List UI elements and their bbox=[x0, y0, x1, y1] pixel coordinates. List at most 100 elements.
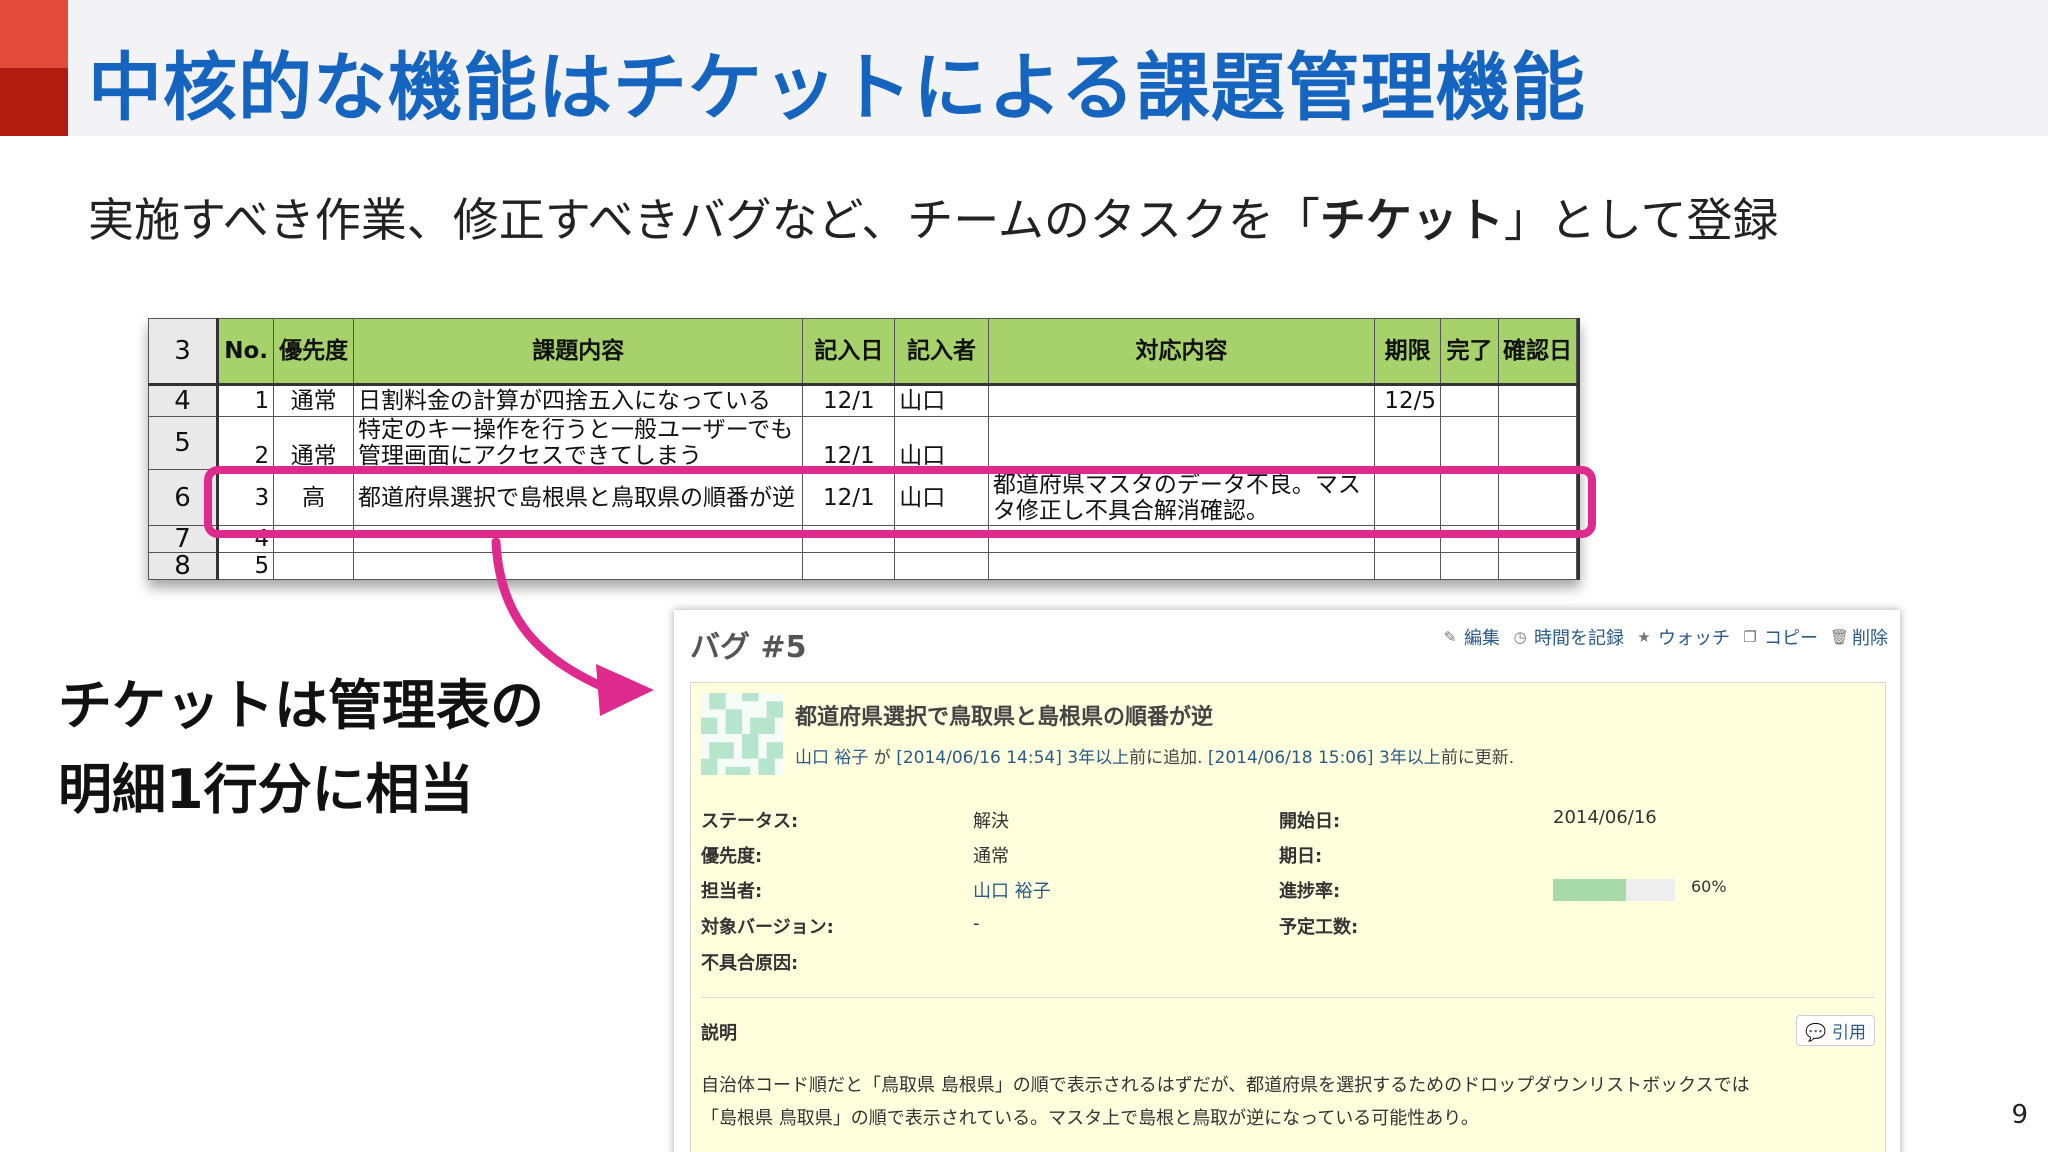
table-row: 8 5 bbox=[148, 552, 1577, 580]
action-label: 削除 bbox=[1852, 628, 1888, 649]
cell-done bbox=[1440, 552, 1499, 580]
page-number: 9 bbox=[2011, 1100, 2028, 1130]
target-version-value: - bbox=[973, 913, 980, 934]
author-link[interactable]: 山口 裕子 bbox=[795, 748, 868, 768]
header-done: 完了 bbox=[1440, 318, 1499, 386]
edit-link[interactable]: ✎ 編集 bbox=[1442, 624, 1500, 650]
highlight-frame bbox=[204, 466, 1596, 538]
attribute-row: 優先度: 通常 期日: bbox=[701, 842, 1881, 868]
cell-priority bbox=[273, 552, 355, 580]
updated-ago-link[interactable]: 3年以上 bbox=[1374, 748, 1441, 768]
row-number: 8 bbox=[148, 552, 220, 580]
description-line-2: 「島根県 鳥取県」の順で表示されている。マスタ上で島根と鳥取が逆になっている可能… bbox=[701, 1108, 1479, 1129]
action-label: コピー bbox=[1764, 628, 1818, 649]
attribute-row: 不具合原因: bbox=[701, 949, 1881, 975]
management-table: 3 No. 優先度 課題内容 記入日 記入者 対応内容 期限 完了 確認日 4 … bbox=[148, 318, 1577, 580]
table-row: 5 2 通常 特定のキー操作を行うと一般ユーザーでも管理画面にアクセスできてしま… bbox=[148, 416, 1577, 470]
row-number: 5 bbox=[148, 416, 220, 470]
quote-label: 引用 bbox=[1832, 1023, 1866, 1043]
cell-due: 12/5 bbox=[1374, 384, 1442, 417]
table-header-row: 3 No. 優先度 課題内容 記入日 記入者 対応内容 期限 完了 確認日 bbox=[148, 318, 1577, 386]
watch-link[interactable]: ★ ウォッチ bbox=[1636, 624, 1730, 650]
copy-icon: ❐ bbox=[1743, 628, 1757, 646]
slide-title: 中核的な機能はチケットによる課題管理機能 bbox=[88, 45, 1586, 131]
avatar bbox=[701, 693, 783, 775]
assignee-label: 担当者: bbox=[701, 881, 763, 902]
header-content: 課題内容 bbox=[353, 318, 804, 386]
start-date-value: 2014/06/16 bbox=[1553, 807, 1657, 828]
header-priority: 優先度 bbox=[273, 318, 355, 386]
progress-fill bbox=[1553, 879, 1627, 901]
speech-bubble-icon: 💬 bbox=[1805, 1023, 1827, 1043]
progress-label: 進捗率: bbox=[1279, 881, 1341, 902]
updated-link[interactable]: [2014/06/18 15:06] bbox=[1208, 748, 1374, 768]
target-version-label: 対象バージョン: bbox=[701, 917, 834, 938]
priority-label: 優先度: bbox=[701, 846, 763, 867]
header-no: No. bbox=[217, 318, 275, 386]
issue-author-line: 山口 裕子 が [2014/06/16 14:54] 3年以上前に追加. [20… bbox=[795, 743, 1514, 768]
cell-no: 1 bbox=[217, 384, 275, 417]
cell-author: 山口 bbox=[894, 416, 989, 470]
callout-line-2: 明細1行分に相当 bbox=[58, 758, 474, 821]
issue-description: 自治体コード順だと「鳥取県 島根県」の順で表示されるはずだが、都道府県を選択する… bbox=[701, 1069, 1750, 1135]
status-label: ステータス: bbox=[701, 811, 799, 832]
issue-panel: バグ #5 ✎ 編集 ◷ 時間を記録 ★ ウォッチ ❐ コピー 🗑 削除 都道府県選択で鳥… bbox=[674, 610, 1900, 1152]
cell-author: 山口 bbox=[894, 384, 989, 417]
delete-link[interactable]: 🗑 削除 bbox=[1830, 624, 1888, 650]
subtitle-post: 」として登録 bbox=[1503, 193, 1779, 247]
estimate-label: 予定工数: bbox=[1279, 917, 1359, 938]
created-link[interactable]: [2014/06/16 14:54] bbox=[896, 748, 1062, 768]
cell-confirm bbox=[1497, 416, 1577, 470]
callout-text: チケットは管理表の 明細1行分に相当 bbox=[58, 664, 544, 832]
description-line-1: 自治体コード順だと「鳥取県 島根県」の順で表示されるはずだが、都道府県を選択する… bbox=[701, 1075, 1750, 1096]
table-row: 4 1 通常 日割料金の計算が四捨五入になっている 12/1 山口 12/5 bbox=[148, 384, 1577, 417]
cell-due bbox=[1374, 416, 1442, 470]
header-due: 期限 bbox=[1374, 318, 1442, 386]
quote-button[interactable]: 💬 引用 bbox=[1796, 1015, 1875, 1046]
row-number: 4 bbox=[148, 384, 220, 417]
progress-bar bbox=[1553, 879, 1675, 901]
accent-block-bottom bbox=[0, 68, 68, 136]
cell-priority: 通常 bbox=[273, 384, 355, 417]
cell-done bbox=[1440, 384, 1499, 417]
spreadsheet: 3 No. 優先度 課題内容 記入日 記入者 対応内容 期限 完了 確認日 4 … bbox=[148, 318, 1580, 580]
cell-entry-date bbox=[802, 552, 896, 580]
progress-percent: 60% bbox=[1691, 877, 1727, 896]
cell-confirm bbox=[1497, 384, 1577, 417]
author-ga: が bbox=[868, 748, 897, 768]
cell-done bbox=[1440, 416, 1499, 470]
cell-author bbox=[894, 552, 989, 580]
header-confirm: 確認日 bbox=[1497, 318, 1577, 386]
subtitle-pre: 実施すべき作業、修正すべきバグなど、チームのタスクを「 bbox=[88, 193, 1320, 247]
cell-entry-date: 12/1 bbox=[802, 416, 896, 470]
due-date-label: 期日: bbox=[1279, 846, 1323, 867]
created-ago-link[interactable]: 3年以上 bbox=[1062, 748, 1129, 768]
issue-heading: バグ #5 bbox=[690, 630, 807, 665]
attribute-row: 担当者: 山口 裕子 進捗率: 60% bbox=[701, 877, 1881, 903]
issue-subject: 都道府県選択で鳥取県と島根県の順番が逆 bbox=[795, 705, 1214, 730]
star-icon: ★ bbox=[1637, 628, 1651, 646]
cell-content: 日割料金の計算が四捨五入になっている bbox=[353, 384, 804, 417]
description-heading: 説明 bbox=[701, 1023, 737, 1044]
callout-line-1: チケットは管理表の bbox=[58, 674, 544, 737]
assignee-link[interactable]: 山口 裕子 bbox=[973, 877, 1051, 903]
header-author: 記入者 bbox=[894, 318, 989, 386]
cell-content: 特定のキー操作を行うと一般ユーザーでも管理画面にアクセスできてしまう bbox=[353, 416, 804, 470]
copy-link[interactable]: ❐ コピー bbox=[1742, 624, 1818, 650]
action-label: 編集 bbox=[1464, 628, 1500, 649]
subtitle-bold: チケット bbox=[1319, 193, 1504, 247]
header-entry-date: 記入日 bbox=[802, 318, 896, 386]
action-label: ウォッチ bbox=[1658, 628, 1730, 649]
cell-confirm bbox=[1497, 552, 1577, 580]
log-time-link[interactable]: ◷ 時間を記録 bbox=[1512, 624, 1624, 650]
priority-value: 通常 bbox=[973, 846, 1009, 867]
attribute-row: ステータス: 解決 開始日: 2014/06/16 bbox=[701, 807, 1881, 833]
issue-actions: ✎ 編集 ◷ 時間を記録 ★ ウォッチ ❐ コピー 🗑 削除 bbox=[1442, 624, 1888, 650]
cell-due bbox=[1374, 552, 1442, 580]
header-response: 対応内容 bbox=[987, 318, 1376, 386]
cell-response bbox=[987, 384, 1376, 417]
updated-suffix: 前に更新. bbox=[1440, 748, 1515, 768]
cell-no: 2 bbox=[217, 416, 275, 470]
action-label: 時間を記録 bbox=[1534, 628, 1624, 649]
status-value: 解決 bbox=[973, 811, 1009, 832]
